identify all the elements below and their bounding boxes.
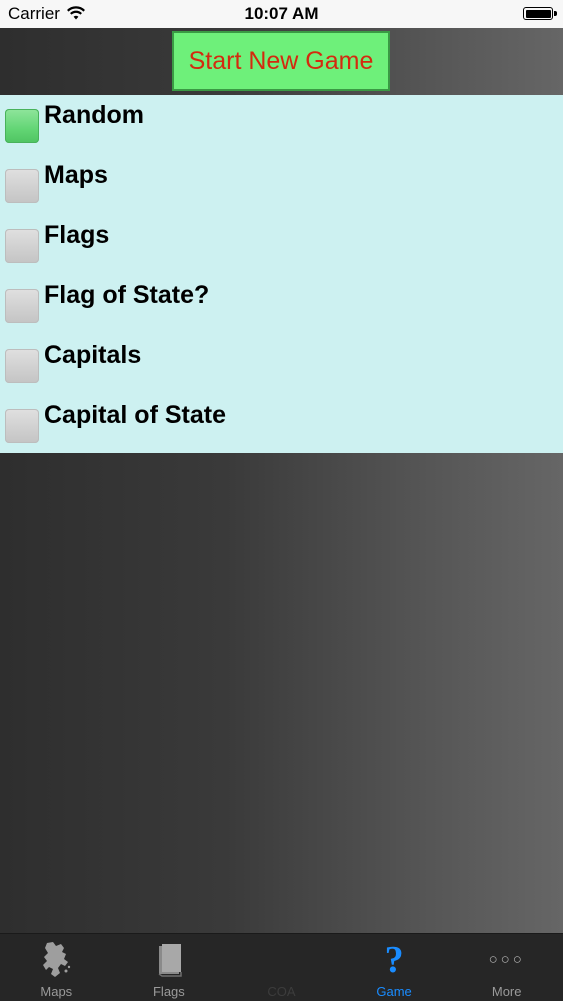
checkbox[interactable] <box>5 409 39 443</box>
option-capitals[interactable]: Capitals <box>0 335 563 395</box>
option-flag-of-state[interactable]: Flag of State? <box>0 275 563 335</box>
game-screen: Carrier 10:07 AM Start New Game Random M… <box>0 0 563 1001</box>
option-capital-of-state[interactable]: Capital of State <box>0 395 563 455</box>
tab-label: Maps <box>40 984 73 999</box>
map-icon <box>43 942 71 977</box>
tab-label: Game <box>376 984 412 999</box>
tab-bar: Maps Flags COA ? Game ○○○ More <box>0 933 563 1001</box>
checkbox[interactable] <box>5 109 39 143</box>
tab-label: COA <box>267 984 296 999</box>
question-icon: ? <box>384 939 404 981</box>
option-label: Capital of State <box>44 401 226 429</box>
option-maps[interactable]: Maps <box>0 155 563 215</box>
battery-icon <box>523 7 557 20</box>
checkbox[interactable] <box>5 289 39 323</box>
option-flags[interactable]: Flags <box>0 215 563 275</box>
option-random[interactable]: Random <box>0 95 563 155</box>
checkbox[interactable] <box>5 229 39 263</box>
more-icon: ○○○ <box>488 951 525 968</box>
option-label: Capitals <box>44 341 142 369</box>
tab-game[interactable]: ? Game <box>338 934 451 1001</box>
checkbox[interactable] <box>5 349 39 383</box>
option-label: Flags <box>44 221 110 249</box>
tab-more[interactable]: ○○○ More <box>450 934 563 1001</box>
tab-maps[interactable]: Maps <box>0 934 113 1001</box>
tab-coa[interactable]: COA <box>225 934 338 1001</box>
tab-flags[interactable]: Flags <box>113 934 226 1001</box>
tab-label: More <box>491 984 522 999</box>
flag-book-icon <box>158 944 182 977</box>
checkbox[interactable] <box>5 169 39 203</box>
game-options-list: Random Maps Flags Flag of State? Capital… <box>0 95 563 453</box>
tab-label: Flags <box>152 984 185 999</box>
option-label: Maps <box>44 161 108 189</box>
option-label: Flag of State? <box>44 281 210 309</box>
start-new-game-button[interactable]: Start New Game <box>172 31 390 91</box>
option-label: Random <box>44 101 144 129</box>
status-bar: Carrier 10:07 AM <box>0 0 563 28</box>
clock-time: 10:07 AM <box>244 4 319 23</box>
